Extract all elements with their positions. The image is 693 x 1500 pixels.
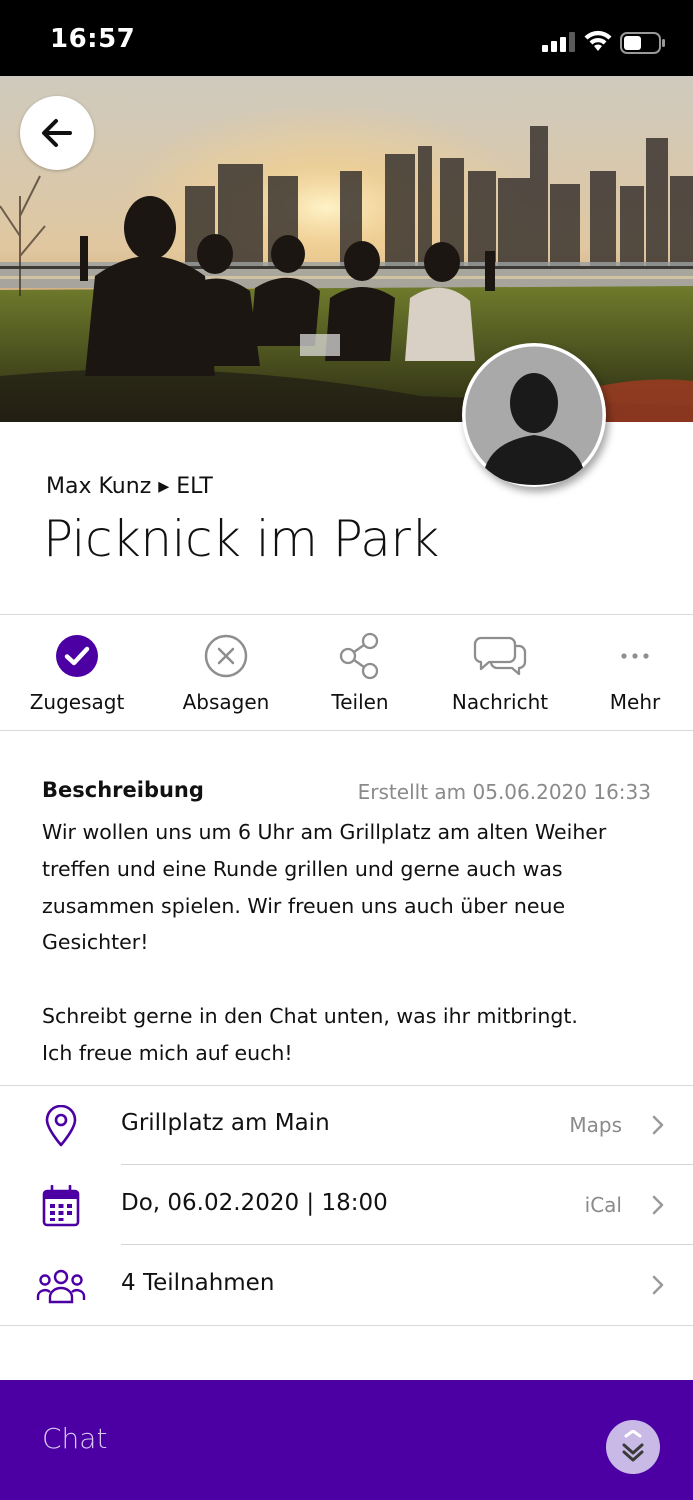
share-button[interactable]: Teilen (295, 628, 425, 714)
ical-link[interactable]: iCal (585, 1193, 622, 1217)
action-label: Absagen (182, 690, 270, 714)
arrow-left-icon (42, 119, 72, 147)
status-time: 16:57 (50, 24, 136, 54)
more-button[interactable]: Mehr (570, 628, 693, 714)
wifi-icon (584, 30, 612, 51)
chat-bubbles-icon (473, 636, 527, 676)
double-chevron-icon (622, 1430, 644, 1462)
user-silhouette-icon (462, 343, 606, 487)
back-button[interactable] (20, 96, 94, 170)
divider (0, 730, 693, 731)
participants-row[interactable]: 4 Teilnahmen (0, 1246, 693, 1326)
battery-icon (620, 32, 665, 54)
message-button[interactable]: Nachricht (435, 628, 565, 714)
action-label: Nachricht (451, 690, 549, 714)
chevron-right-icon (652, 1275, 664, 1295)
created-timestamp: Erstellt am 05.06.2020 16:33 (357, 780, 651, 804)
location-pin-icon (45, 1105, 77, 1147)
description-heading: Beschreibung (42, 778, 204, 802)
chevron-right-icon (652, 1195, 664, 1215)
cellular-signal-icon (542, 32, 575, 52)
action-label: Teilen (331, 690, 389, 714)
chat-bar[interactable]: Chat (0, 1380, 693, 1500)
row-divider (121, 1164, 693, 1165)
chat-expand-button[interactable] (606, 1420, 660, 1474)
description-text: Wir wollen uns um 6 Uhr am Grillplatz am… (42, 820, 607, 1065)
location-text: Grillplatz am Main (121, 1110, 330, 1136)
event-title: Picknick im Park (43, 510, 439, 568)
divider (0, 1325, 693, 1326)
location-row[interactable]: Grillplatz am Main Maps (0, 1086, 693, 1166)
share-icon (339, 632, 379, 680)
date-text: Do, 06.02.2020 | 18:00 (121, 1190, 388, 1216)
rsvp-accepted-button[interactable]: Zugesagt (12, 628, 142, 714)
organizer-avatar[interactable] (462, 343, 606, 487)
check-circle-icon (56, 635, 98, 677)
more-dots-icon (621, 653, 649, 659)
action-label: Zugesagt (29, 690, 125, 714)
maps-link[interactable]: Maps (569, 1113, 622, 1137)
chevron-right-icon (652, 1115, 664, 1135)
group-icon (36, 1269, 86, 1304)
cancel-circle-icon (204, 634, 248, 678)
participants-text: 4 Teilnahmen (121, 1270, 275, 1296)
row-divider (121, 1244, 693, 1245)
decline-button[interactable]: Absagen (161, 628, 291, 714)
status-bar: 16:57 (0, 0, 693, 76)
date-row[interactable]: Do, 06.02.2020 | 18:00 iCal (0, 1166, 693, 1246)
action-label: Mehr (609, 690, 661, 714)
breadcrumb[interactable]: Max Kunz ▸ ELT (46, 474, 213, 499)
divider (0, 614, 693, 615)
calendar-icon (42, 1185, 80, 1227)
chat-label: Chat (42, 1422, 108, 1455)
